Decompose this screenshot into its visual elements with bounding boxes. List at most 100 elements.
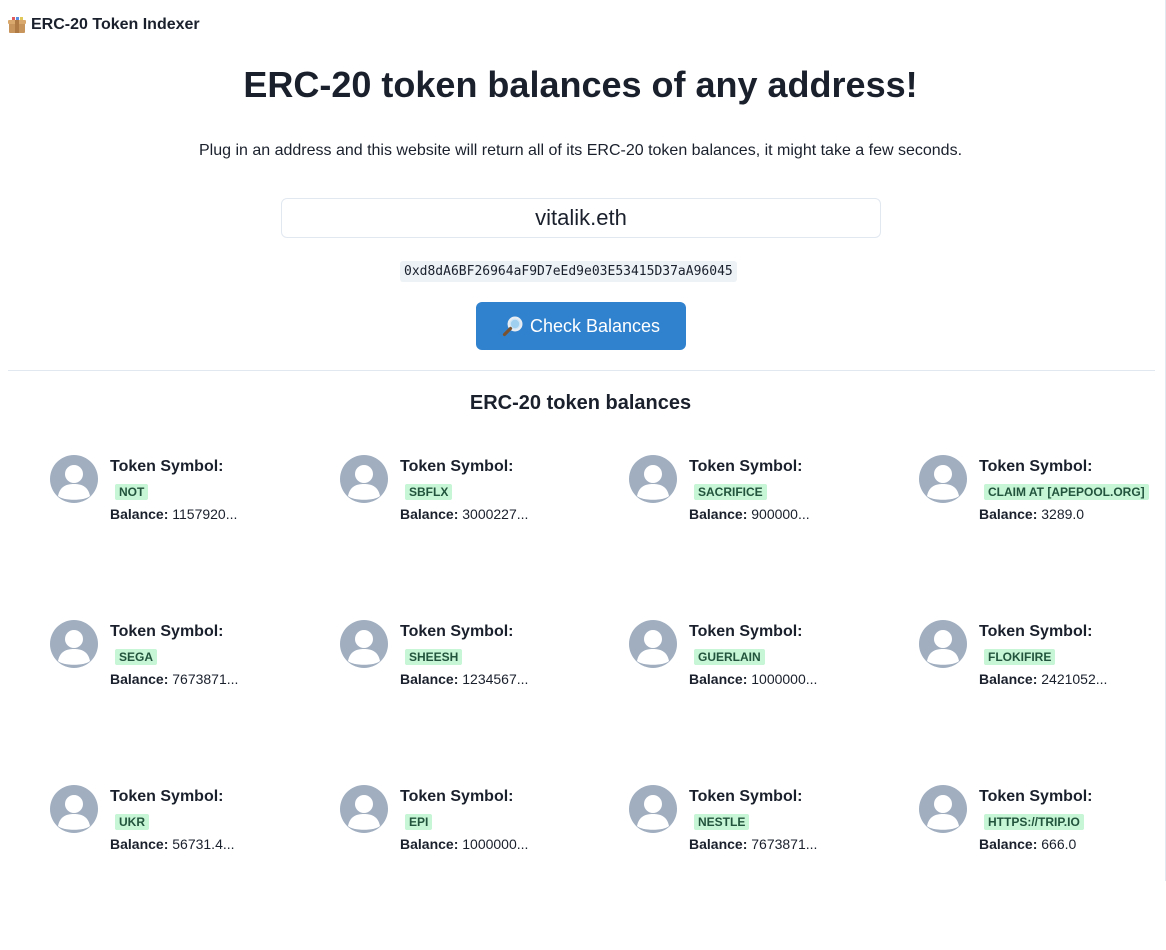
token-symbol-label: Token Symbol: <box>689 623 803 640</box>
token-symbol-label: Token Symbol: <box>979 458 1093 475</box>
magnifying-glass-icon <box>502 315 524 337</box>
token-card-body: Token Symbol: NESTLE Balance: 7673871... <box>689 785 817 853</box>
token-symbol-label: Token Symbol: <box>979 623 1093 640</box>
balance-value: 3289.0 <box>1041 506 1085 522</box>
balance-value: 3000227... <box>462 506 529 522</box>
token-balance: Balance: 1000000... <box>400 835 528 853</box>
resolved-address: 0xd8dA6BF26964aF9D7eEd9e03E53415D37aA960… <box>400 261 737 282</box>
token-symbol-badge: NESTLE <box>694 814 750 830</box>
check-balances-label: Check Balances <box>529 315 661 336</box>
balance-value: 2421052... <box>1041 671 1108 687</box>
balance-label: Balance: <box>110 836 169 852</box>
check-balances-button[interactable]: Check Balances <box>476 302 686 350</box>
token-balance: Balance: 3000227... <box>400 505 528 523</box>
balance-value: 1234567... <box>462 671 529 687</box>
token-symbol-badge: FLOKIFIRE <box>984 649 1056 665</box>
page-title: ERC-20 token balances of any address! <box>243 64 918 105</box>
token-card: Token Symbol: UKR Balance: 56731.4... <box>50 785 340 950</box>
token-balance: Balance: 1157920... <box>110 505 237 523</box>
balance-value: 666.0 <box>1041 836 1077 852</box>
user-avatar-icon <box>927 630 959 665</box>
avatar <box>50 785 98 833</box>
token-card: Token Symbol: SACRIFICE Balance: 900000... <box>629 455 919 620</box>
token-card-body: Token Symbol: SBFLX Balance: 3000227... <box>400 455 528 523</box>
user-avatar-icon <box>927 795 959 830</box>
user-avatar-icon <box>58 630 90 665</box>
token-symbol-label: Token Symbol: <box>400 458 514 475</box>
token-card-body: Token Symbol: FLOKIFIRE Balance: 2421052..… <box>979 620 1107 688</box>
results-heading: ERC-20 token balances <box>469 392 692 414</box>
balance-label: Balance: <box>979 836 1038 852</box>
balance-label: Balance: <box>400 506 459 522</box>
token-card: Token Symbol: EPI Balance: 1000000... <box>340 785 629 950</box>
token-balance: Balance: 900000... <box>689 505 810 523</box>
avatar <box>340 785 388 833</box>
token-symbol-badge: CLAIM AT [APEPOOL.ORG] <box>984 484 1149 500</box>
token-card-body: Token Symbol: GUERLAIN Balance: 1000000... <box>689 620 817 688</box>
token-grid: Token Symbol: NOT Balance: 1157920... Token… <box>50 455 1160 950</box>
avatar <box>919 455 967 503</box>
balance-label: Balance: <box>979 671 1038 687</box>
token-card-body: Token Symbol: CLAIM AT [APEPOOL.ORG] Balan… <box>979 455 1149 523</box>
balance-label: Balance: <box>979 506 1038 522</box>
token-symbol-label: Token Symbol: <box>689 458 803 475</box>
balance-value: 56731.4... <box>172 836 235 852</box>
section-divider <box>8 370 1155 371</box>
token-symbol-badge: SBFLX <box>405 484 453 500</box>
user-avatar-icon <box>348 465 380 500</box>
token-card-body: Token Symbol: SACRIFICE Balance: 900000... <box>689 455 810 523</box>
user-avatar-icon <box>348 630 380 665</box>
user-avatar-icon <box>348 795 380 830</box>
token-card: Token Symbol: SBFLX Balance: 3000227... <box>340 455 629 620</box>
app-brand: ERC-20 Token Indexer <box>8 16 200 34</box>
avatar <box>919 785 967 833</box>
token-card: Token Symbol: SEGA Balance: 7673871... <box>50 620 340 785</box>
token-symbol-badge: HTTPS://TRIP.IO <box>984 814 1084 830</box>
token-balance: Balance: 3289.0 <box>979 505 1149 523</box>
avatar <box>340 455 388 503</box>
token-balance: Balance: 666.0 <box>979 835 1093 853</box>
balance-label: Balance: <box>689 506 748 522</box>
balance-value: 900000... <box>751 506 810 522</box>
token-card: Token Symbol: HTTPS://TRIP.IO Balance: 666… <box>919 785 1160 950</box>
user-avatar-icon <box>637 465 669 500</box>
user-avatar-icon <box>637 630 669 665</box>
avatar <box>629 785 677 833</box>
user-avatar-icon <box>58 795 90 830</box>
user-avatar-icon <box>927 465 959 500</box>
package-icon <box>8 16 26 34</box>
token-balance: Balance: 7673871... <box>110 670 238 688</box>
token-symbol-label: Token Symbol: <box>689 788 803 805</box>
token-symbol-label: Token Symbol: <box>110 458 224 475</box>
avatar <box>629 620 677 668</box>
balance-label: Balance: <box>110 506 169 522</box>
token-card-body: Token Symbol: SHEESH Balance: 1234567... <box>400 620 528 688</box>
token-balance: Balance: 1000000... <box>689 670 817 688</box>
token-symbol-badge: SHEESH <box>405 649 463 665</box>
avatar <box>50 455 98 503</box>
app-title: ERC-20 Token Indexer <box>31 16 200 33</box>
token-card: Token Symbol: SHEESH Balance: 1234567... <box>340 620 629 785</box>
token-card-body: Token Symbol: HTTPS://TRIP.IO Balance: 666… <box>979 785 1093 853</box>
balance-value: 1000000... <box>462 836 529 852</box>
token-card-body: Token Symbol: NOT Balance: 1157920... <box>110 455 237 523</box>
balance-value: 7673871... <box>172 671 239 687</box>
page-subtitle: Plug in an address and this website will… <box>198 142 963 159</box>
address-input[interactable] <box>281 198 881 238</box>
balance-value: 1157920... <box>172 506 238 522</box>
token-symbol-label: Token Symbol: <box>110 623 224 640</box>
token-card: Token Symbol: NESTLE Balance: 7673871... <box>629 785 919 950</box>
token-card: Token Symbol: FLOKIFIRE Balance: 2421052..… <box>919 620 1160 785</box>
token-symbol-label: Token Symbol: <box>110 788 224 805</box>
token-symbol-badge: NOT <box>115 484 149 500</box>
balance-label: Balance: <box>689 836 748 852</box>
token-symbol-badge: SACRIFICE <box>694 484 767 500</box>
token-card-body: Token Symbol: EPI Balance: 1000000... <box>400 785 528 853</box>
balance-label: Balance: <box>689 671 748 687</box>
balance-label: Balance: <box>400 671 459 687</box>
token-card: Token Symbol: NOT Balance: 1157920... <box>50 455 340 620</box>
token-balance: Balance: 2421052... <box>979 670 1107 688</box>
avatar <box>919 620 967 668</box>
token-card-body: Token Symbol: SEGA Balance: 7673871... <box>110 620 238 688</box>
user-avatar-icon <box>58 465 90 500</box>
